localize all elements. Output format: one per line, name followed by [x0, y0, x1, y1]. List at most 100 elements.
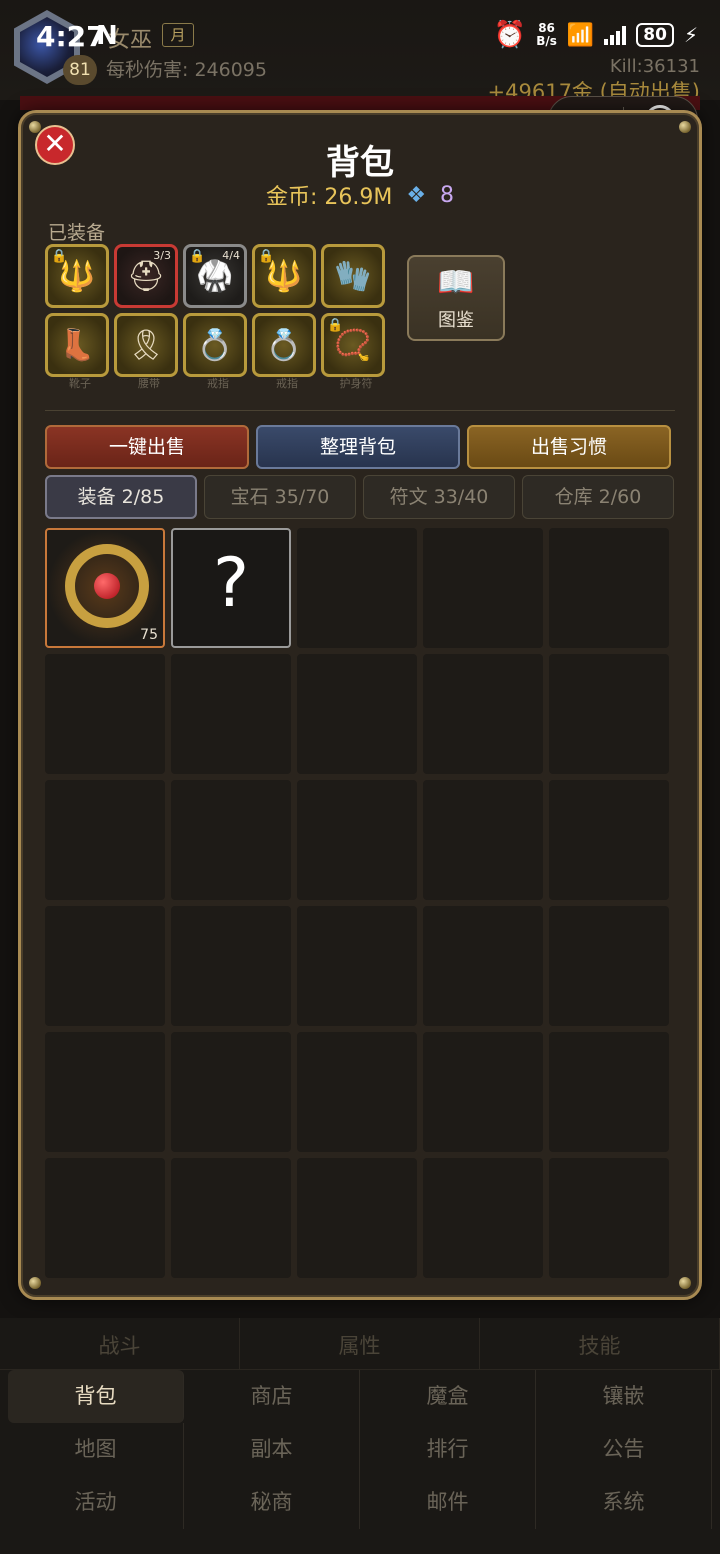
- inventory-grid: 75 ?: [45, 528, 669, 1278]
- slot-label: 护身符: [339, 377, 373, 390]
- inventory-slot-empty[interactable]: [297, 528, 417, 648]
- nav-item[interactable]: 邮件: [360, 1476, 536, 1529]
- inventory-slot-empty[interactable]: [423, 654, 543, 774]
- equipped-slot[interactable]: 📿 🔒 护身符: [321, 313, 385, 390]
- equipped-label: 已装备: [48, 222, 106, 244]
- inventory-slot-unknown[interactable]: ?: [171, 528, 291, 648]
- inventory-slot-empty[interactable]: [45, 1032, 165, 1152]
- inventory-slot-empty[interactable]: [549, 654, 669, 774]
- nav-item[interactable]: 活动: [8, 1476, 184, 1529]
- unknown-item-icon: ?: [212, 544, 250, 623]
- nav-item[interactable]: 排行: [360, 1423, 536, 1476]
- equipped-slot[interactable]: 🥋 🔒 4/4: [183, 244, 247, 308]
- lock-icon: 🔒: [327, 318, 344, 333]
- helmet-icon: ⛑: [126, 258, 166, 294]
- tab-gems[interactable]: 宝石 35/70: [204, 475, 356, 519]
- signal-icon: [604, 25, 627, 45]
- one-click-sell-button[interactable]: 一键出售: [45, 425, 249, 469]
- bottom-navigation: 战斗 属性 技能 背包 商店 魔盒 镶嵌地图 副本 排行 公告活动 秘商 邮件 系统: [0, 1318, 720, 1554]
- wifi-icon: 📶: [566, 22, 595, 48]
- nav-item[interactable]: 商店: [184, 1370, 360, 1423]
- nav-item[interactable]: 背包: [8, 1370, 184, 1423]
- panel-title: 背包: [326, 143, 394, 183]
- inventory-slot-empty[interactable]: [45, 780, 165, 900]
- item-level: 75: [140, 627, 158, 643]
- tab-warehouse[interactable]: 仓库 2/60: [522, 475, 674, 519]
- set-count: 3/3: [153, 249, 171, 262]
- inventory-slot-empty[interactable]: [171, 780, 291, 900]
- slot-label: 靴子: [69, 377, 91, 390]
- equipped-slot[interactable]: 🧤: [321, 244, 385, 308]
- sell-habit-button[interactable]: 出售习惯: [467, 425, 671, 469]
- belt-icon: 🎗: [126, 327, 166, 363]
- equipped-slot[interactable]: 🎗 腰带: [114, 313, 178, 390]
- tab-runes[interactable]: 符文 33/40: [363, 475, 515, 519]
- nav-item[interactable]: 秘商: [184, 1476, 360, 1529]
- inventory-slot-empty[interactable]: [297, 1032, 417, 1152]
- nav-item[interactable]: 副本: [184, 1423, 360, 1476]
- nav-item[interactable]: 地图: [8, 1423, 184, 1476]
- charging-icon: ⚡: [683, 23, 698, 47]
- codex-label: 图鉴: [438, 310, 474, 331]
- inventory-slot-empty[interactable]: [171, 1032, 291, 1152]
- inventory-slot-empty[interactable]: [549, 528, 669, 648]
- lock-icon: 🔒: [189, 249, 206, 264]
- inventory-slot-empty[interactable]: [423, 1032, 543, 1152]
- tab-skills[interactable]: 技能: [480, 1318, 720, 1369]
- equipped-slot[interactable]: ⛑ 3/3: [114, 244, 178, 308]
- slot-label: 戒指: [276, 377, 298, 390]
- net-speed-value: 86: [538, 21, 555, 35]
- main-tabs: 战斗 属性 技能: [0, 1318, 720, 1370]
- status-bar: 4:27 N ⏰ 86 B/s 📶 80 ⚡: [0, 0, 720, 72]
- inventory-slot-empty[interactable]: [297, 780, 417, 900]
- inventory-slot-empty[interactable]: [171, 1158, 291, 1278]
- action-row: 一键出售 整理背包 出售习惯: [45, 425, 671, 469]
- nav-item[interactable]: 镶嵌: [536, 1370, 712, 1423]
- alarm-icon: ⏰: [493, 20, 527, 50]
- inventory-slot-empty[interactable]: [45, 654, 165, 774]
- inventory-slot-empty[interactable]: [549, 1158, 669, 1278]
- inventory-slot-empty[interactable]: [423, 1158, 543, 1278]
- tab-attributes[interactable]: 属性: [240, 1318, 480, 1369]
- equipped-slot[interactable]: 🔱 🔒: [45, 244, 109, 308]
- currency-row: 金币: 26.9M ❖ 8: [21, 179, 699, 211]
- inventory-slot-empty[interactable]: [297, 906, 417, 1026]
- nav-item[interactable]: 公告: [536, 1423, 712, 1476]
- inventory-slot-empty[interactable]: [549, 780, 669, 900]
- inventory-slot-empty[interactable]: [171, 654, 291, 774]
- tab-equipment[interactable]: 装备 2/85: [45, 475, 197, 519]
- boots-icon: 👢: [58, 327, 96, 363]
- nav-item[interactable]: 系统: [536, 1476, 712, 1529]
- inventory-slot-ring[interactable]: 75: [45, 528, 165, 648]
- inventory-slot-empty[interactable]: [423, 906, 543, 1026]
- codex-button[interactable]: 📖 图鉴: [407, 255, 505, 341]
- equipped-slot[interactable]: 💍 戒指: [183, 313, 247, 390]
- equipped-slot[interactable]: 🔱 🔒: [252, 244, 316, 308]
- ring-icon: 💍: [196, 327, 234, 363]
- net-speed: 86 B/s: [536, 22, 557, 48]
- inventory-slot-empty[interactable]: [549, 906, 669, 1026]
- inventory-slot-empty[interactable]: [45, 1158, 165, 1278]
- slot-label: 戒指: [207, 377, 229, 390]
- ring-icon: 💍: [265, 327, 303, 363]
- inventory-slot-empty[interactable]: [297, 1158, 417, 1278]
- inventory-slot-empty[interactable]: [45, 906, 165, 1026]
- inventory-slot-empty[interactable]: [171, 906, 291, 1026]
- rivet: [679, 1277, 691, 1289]
- slot-label: 腰带: [138, 377, 160, 390]
- gloves-icon: 🧤: [334, 258, 372, 294]
- inventory-slot-empty[interactable]: [549, 1032, 669, 1152]
- inventory-slot-empty[interactable]: [423, 780, 543, 900]
- nfc-icon: N: [96, 21, 118, 51]
- equipped-slot[interactable]: 💍 戒指: [252, 313, 316, 390]
- set-count: 4/4: [222, 249, 240, 262]
- tab-battle[interactable]: 战斗: [0, 1318, 240, 1369]
- equipped-slot[interactable]: 👢 靴子: [45, 313, 109, 390]
- equipped-grid: 🔱 🔒 ⛑ 3/3 🥋 🔒 4/4 🔱 🔒 🧤 👢 靴子 🎗 腰带 💍 戒指 💍 戒指 📿 🔒 护身符: [45, 244, 385, 390]
- nav-item[interactable]: 魔盒: [360, 1370, 536, 1423]
- inventory-slot-empty[interactable]: [423, 528, 543, 648]
- inventory-slot-empty[interactable]: [297, 654, 417, 774]
- sort-bag-button[interactable]: 整理背包: [256, 425, 460, 469]
- gem-icon: ❖: [406, 182, 427, 208]
- gold-amount: 金币: 26.9M: [265, 185, 393, 210]
